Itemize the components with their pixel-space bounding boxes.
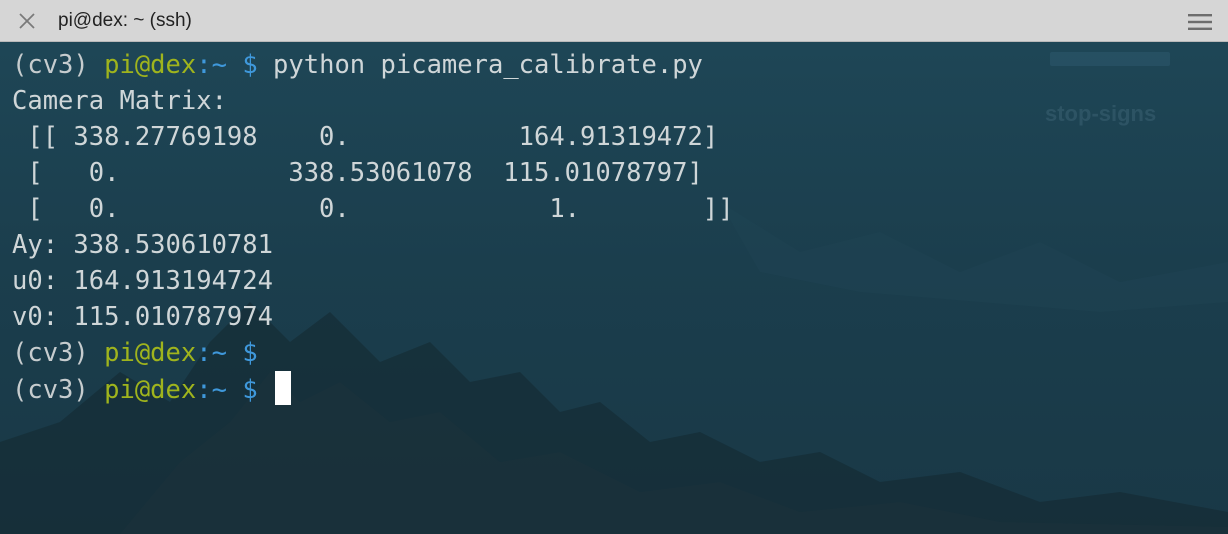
terminal-window: pi@dex: ~ (ssh) stop-signs (cv3) pi@dex:… [0, 0, 1228, 534]
output-line: [ 0. 0. 1. ]] [12, 194, 734, 224]
prompt-user-host: pi@dex [104, 50, 197, 80]
background-label: stop-signs [1045, 101, 1157, 126]
terminal-lines: (cv3) pi@dex:~ $ python picamera_calibra… [12, 47, 734, 407]
prompt-user-host: pi@dex [104, 375, 197, 405]
hamburger-menu-icon[interactable] [1188, 13, 1212, 31]
prompt-line: (cv3) pi@dex:~ $ [12, 335, 734, 371]
prompt-env: (cv3) [12, 338, 89, 368]
output-line: [ 0. 338.53061078 115.01078797] [12, 158, 703, 188]
text-cursor[interactable] [275, 371, 292, 405]
output-line: [[ 338.27769198 0. 164.91319472] [12, 122, 719, 152]
prompt-symbol: $ [242, 338, 258, 368]
prompt-path: :~ [196, 50, 227, 80]
active-prompt-line[interactable]: (cv3) pi@dex:~ $ [12, 371, 734, 407]
prompt-path: :~ [196, 375, 227, 405]
output-line: Ay: 338.530610781 [12, 230, 273, 260]
prompt-user-host: pi@dex [104, 338, 197, 368]
prompt-symbol: $ [242, 375, 258, 405]
output-line: Camera Matrix: [12, 86, 227, 116]
background-bar [1050, 52, 1170, 66]
prompt-env: (cv3) [12, 50, 89, 80]
window-title: pi@dex: ~ (ssh) [58, 10, 192, 31]
output-line: v0: 115.010787974 [12, 302, 273, 332]
title-bar: pi@dex: ~ (ssh) [0, 0, 1228, 42]
prompt-symbol: $ [242, 50, 258, 80]
terminal-output-area[interactable]: stop-signs (cv3) pi@dex:~ $ python picam… [0, 42, 1228, 534]
close-icon[interactable] [16, 10, 38, 32]
output-line: u0: 164.913194724 [12, 266, 273, 296]
prompt-env: (cv3) [12, 375, 89, 405]
prompt-path: :~ [196, 338, 227, 368]
command-text: python picamera_calibrate.py [273, 50, 703, 80]
command-line: (cv3) pi@dex:~ $ python picamera_calibra… [12, 47, 734, 83]
